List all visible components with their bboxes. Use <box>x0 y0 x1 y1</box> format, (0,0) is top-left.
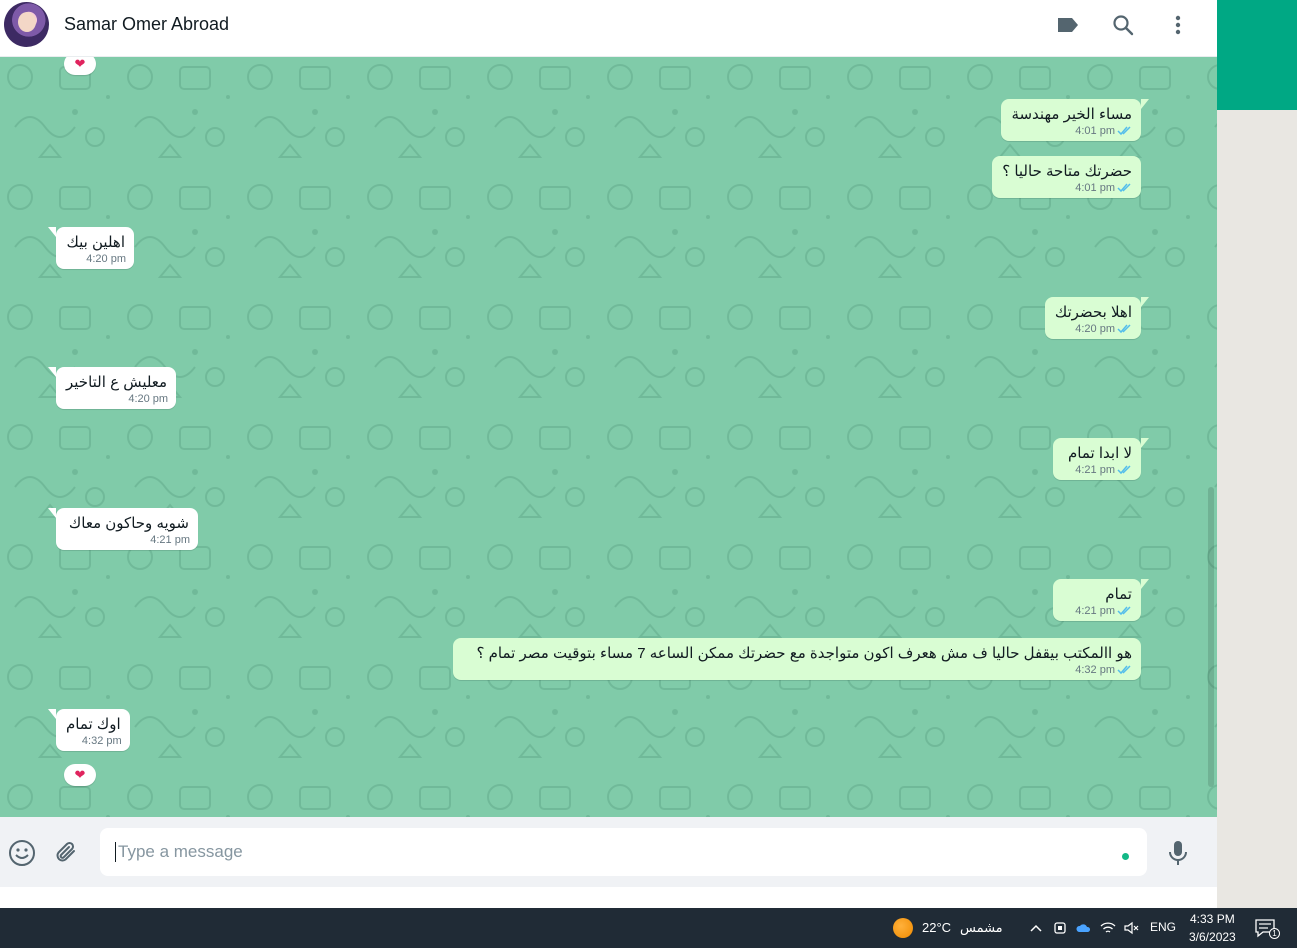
message-text: مساء الخير مهندسة <box>1011 106 1132 123</box>
message-text: تمام <box>1105 586 1132 603</box>
mic-icon[interactable] <box>1164 839 1192 867</box>
message-incoming[interactable]: معليش ع التاخير 4:20 pm <box>47 367 177 409</box>
weather-condition[interactable]: مشمس <box>960 920 1003 936</box>
message-meta: 4:32 pm <box>1075 664 1115 676</box>
text-caret <box>115 842 116 862</box>
reaction-heart[interactable]: ❤ <box>64 57 96 75</box>
clock-time[interactable]: 4:33 PM <box>1190 912 1235 926</box>
message-text: اوك تمام <box>66 716 121 733</box>
message-text: هو االمكتب بيقفل حاليا ف مش هعرف اكون مت… <box>476 645 1132 662</box>
message-time: 4:20 pm <box>1075 323 1115 335</box>
chat-area[interactable]: ❤ مساء الخير مهندسة 4:01 pm حضرتك متاحة … <box>0 57 1217 817</box>
side-panel-background <box>1217 110 1297 908</box>
message-outgoing[interactable]: مساء الخير مهندسة 4:01 pm <box>1001 99 1149 141</box>
label-icon[interactable] <box>1055 12 1081 38</box>
read-ticks-icon <box>1117 324 1131 334</box>
message-input[interactable] <box>100 828 1147 876</box>
message-outgoing[interactable]: حضرتك متاحة حاليا ؟ 4:01 pm <box>992 156 1141 198</box>
message-meta: 4:20 pm <box>86 253 126 265</box>
windows-taskbar: 22°C مشمس ENG 4:33 PM 3/6/2023 1 <box>0 908 1297 948</box>
read-ticks-icon <box>1117 126 1131 136</box>
clock-date[interactable]: 3/6/2023 <box>1189 930 1236 944</box>
message-meta: 4:01 pm <box>1075 125 1115 137</box>
message-time: 4:01 pm <box>1075 125 1115 137</box>
message-incoming[interactable]: اوك تمام 4:32 pm <box>48 709 130 751</box>
chat-scrollbar[interactable] <box>1208 487 1214 787</box>
message-text: اهلين بيك <box>66 234 126 251</box>
message-outgoing[interactable]: تمام 4:21 pm <box>1053 579 1149 621</box>
heart-icon: ❤ <box>74 767 86 782</box>
read-ticks-icon <box>1117 606 1131 616</box>
message-time: 4:20 pm <box>86 253 126 265</box>
notification-count: 1 <box>1269 928 1280 939</box>
whatsapp-window: Samar Omer Abroad ❤ مساء الخير مهندسة 4:… <box>0 0 1217 887</box>
message-incoming[interactable]: شويه وحاكون معاك 4:21 pm <box>48 508 198 550</box>
grammar-indicator[interactable] <box>1122 853 1129 860</box>
meet-icon[interactable] <box>1051 919 1069 937</box>
side-panel-header <box>1217 0 1297 110</box>
notification-icon[interactable]: 1 <box>1254 918 1280 940</box>
chevron-up-icon[interactable] <box>1027 919 1045 937</box>
contact-name[interactable]: Samar Omer Abroad <box>64 14 229 35</box>
message-composer <box>0 817 1217 887</box>
message-text: حضرتك متاحة حاليا ؟ <box>1002 163 1132 180</box>
message-meta: 4:32 pm <box>82 735 122 747</box>
read-ticks-icon <box>1117 183 1131 193</box>
message-time: 4:32 pm <box>1075 664 1115 676</box>
message-time: 4:32 pm <box>81 735 122 747</box>
message-meta: 4:21 pm <box>1075 605 1115 617</box>
sun-icon[interactable] <box>893 918 913 938</box>
wifi-icon[interactable] <box>1099 919 1117 937</box>
language-indicator[interactable]: ENG <box>1150 920 1176 934</box>
message-meta: 4:20 pm <box>128 393 168 405</box>
message-text: اهلا بحضرتك <box>1054 304 1132 321</box>
onedrive-icon[interactable] <box>1075 919 1093 937</box>
message-outgoing[interactable]: هو االمكتب بيقفل حاليا ف مش هعرف اكون مت… <box>453 638 1141 680</box>
message-outgoing[interactable]: لا ابدا تمام 4:21 pm <box>1053 438 1149 480</box>
message-text: لا ابدا تمام <box>1068 445 1132 462</box>
message-incoming[interactable]: اهلين بيك 4:20 pm <box>48 227 134 269</box>
chat-header: Samar Omer Abroad <box>0 0 1217 57</box>
message-meta: 4:21 pm <box>1075 464 1115 476</box>
heart-icon: ❤ <box>74 57 86 71</box>
message-time: 4:21 pm <box>150 534 190 546</box>
message-meta: 4:21 pm <box>150 534 190 546</box>
message-time: 4:21 pm <box>1075 605 1115 617</box>
avatar[interactable] <box>4 2 49 47</box>
message-text: معليش ع التاخير <box>66 374 168 391</box>
message-meta: 4:20 pm <box>1075 323 1115 335</box>
search-icon[interactable] <box>1110 12 1136 38</box>
volume-icon[interactable] <box>1122 919 1140 937</box>
message-text: شويه وحاكون معاك <box>68 515 189 532</box>
reaction-heart[interactable]: ❤ <box>64 764 96 786</box>
message-outgoing[interactable]: اهلا بحضرتك 4:20 pm <box>1044 297 1150 339</box>
more-vert-icon[interactable] <box>1165 12 1191 38</box>
message-time: 4:20 pm <box>128 393 169 405</box>
message-meta: 4:01 pm <box>1075 182 1115 194</box>
message-time: 4:01 pm <box>1075 182 1115 194</box>
message-time: 4:21 pm <box>1075 464 1115 476</box>
read-ticks-icon <box>1117 465 1131 475</box>
attach-icon[interactable] <box>53 839 81 867</box>
weather-temperature[interactable]: 22°C <box>922 920 951 935</box>
emoji-icon[interactable] <box>8 839 36 867</box>
read-ticks-icon <box>1117 665 1131 675</box>
